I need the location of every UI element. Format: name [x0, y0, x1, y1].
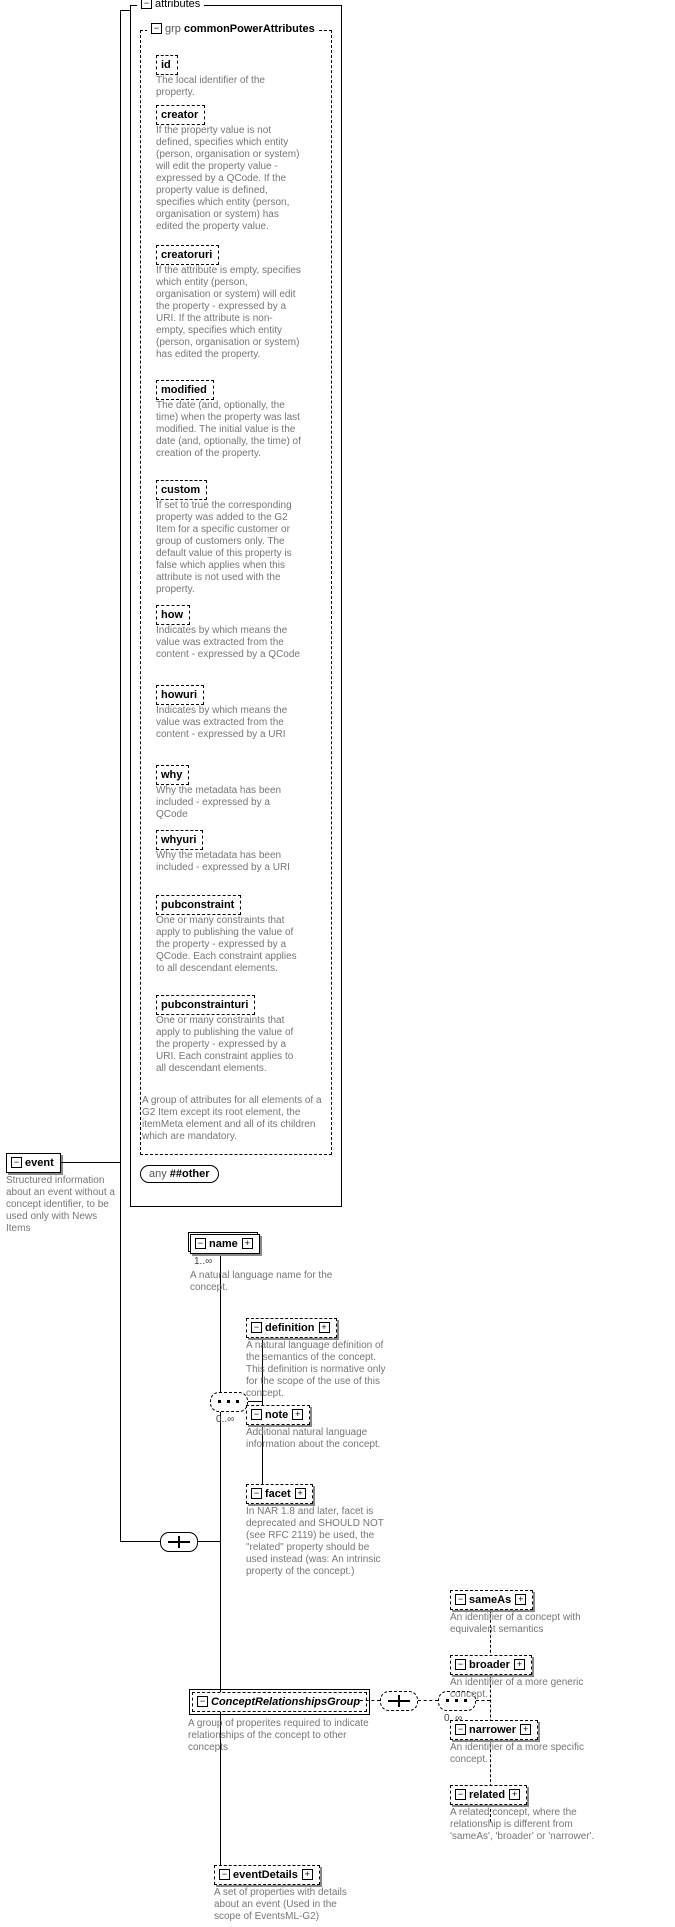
- grp-title: −grp commonPowerAttributes: [147, 23, 319, 35]
- sequence-compositor[interactable]: [160, 1532, 198, 1552]
- attr-modified-desc: The date (and, optionally, the time) whe…: [156, 400, 301, 460]
- minus-icon[interactable]: −: [11, 1157, 22, 1168]
- minus-icon[interactable]: −: [195, 1238, 206, 1249]
- sameas-desc: An identifier of a concept with equivale…: [450, 1612, 595, 1636]
- attr-pubconstraint[interactable]: pubconstraint: [156, 895, 241, 915]
- minus-icon[interactable]: −: [141, 0, 152, 9]
- crg-desc: A group of properites required to indica…: [188, 1718, 378, 1754]
- narrower-element[interactable]: −narrower+: [450, 1720, 538, 1740]
- minus-icon[interactable]: −: [455, 1594, 466, 1605]
- attr-whyuri-desc: Why the metadata has been included - exp…: [156, 850, 301, 874]
- choice-card: 0..∞: [216, 1414, 234, 1425]
- attr-why-desc: Why the metadata has been included - exp…: [156, 785, 301, 821]
- concept-relationships-group[interactable]: −ConceptRelationshipsGroup: [192, 1692, 367, 1712]
- attr-how-desc: Indicates by which means the value was e…: [156, 625, 301, 661]
- choice-compositor-1[interactable]: [210, 1392, 248, 1412]
- facet-element[interactable]: −facet+: [246, 1484, 313, 1504]
- attr-why[interactable]: why: [156, 765, 189, 785]
- attr-custom-desc: If set to true the corresponding propert…: [156, 500, 301, 596]
- attr-pubconstraint-desc: One or many constraints that apply to pu…: [156, 915, 301, 975]
- attr-id[interactable]: id: [156, 55, 178, 75]
- broader-element[interactable]: −broader+: [450, 1655, 532, 1675]
- eventdetails-desc: A set of properties with details about a…: [214, 1887, 359, 1923]
- plus-icon[interactable]: +: [515, 1594, 526, 1605]
- attr-whyuri[interactable]: whyuri: [156, 830, 203, 850]
- grp-desc: A group of attributes for all elements o…: [142, 1095, 332, 1143]
- attr-howuri-desc: Indicates by which means the value was e…: [156, 705, 301, 741]
- minus-icon[interactable]: −: [251, 1409, 262, 1420]
- plus-icon[interactable]: +: [319, 1322, 330, 1333]
- plus-icon[interactable]: +: [520, 1724, 531, 1735]
- note-desc: Additional natural language information …: [246, 1427, 391, 1451]
- minus-icon[interactable]: −: [455, 1659, 466, 1670]
- narrower-desc: An identifier of a more specific concept…: [450, 1742, 595, 1766]
- minus-icon[interactable]: −: [151, 23, 162, 34]
- plus-icon[interactable]: +: [514, 1659, 525, 1670]
- minus-icon[interactable]: −: [197, 1696, 208, 1707]
- minus-icon[interactable]: −: [219, 1869, 230, 1880]
- plus-icon[interactable]: +: [242, 1238, 253, 1249]
- attr-modified[interactable]: modified: [156, 380, 214, 400]
- sequence-compositor-2[interactable]: [380, 1691, 418, 1711]
- sameas-element[interactable]: −sameAs+: [450, 1590, 533, 1610]
- attr-pubconstrainturi-desc: One or many constraints that apply to pu…: [156, 1015, 301, 1075]
- plus-icon[interactable]: +: [302, 1869, 313, 1880]
- event-element[interactable]: −event: [6, 1153, 61, 1173]
- plus-icon[interactable]: +: [292, 1409, 303, 1420]
- attr-how[interactable]: how: [156, 605, 190, 625]
- plus-icon[interactable]: +: [509, 1789, 520, 1800]
- attr-pubconstrainturi[interactable]: pubconstrainturi: [156, 995, 255, 1015]
- plus-icon[interactable]: +: [295, 1488, 306, 1499]
- eventdetails-element[interactable]: −eventDetails+: [214, 1865, 320, 1885]
- definition-element[interactable]: −definition+: [246, 1318, 337, 1338]
- attr-id-desc: The local identifier of the property.: [156, 75, 301, 99]
- attr-creatoruri[interactable]: creatoruri: [156, 245, 219, 265]
- event-label: event: [25, 1157, 54, 1169]
- name-card: 1..∞: [194, 1256, 212, 1267]
- note-element[interactable]: −note+: [246, 1405, 310, 1425]
- attributes-title: −attributes: [137, 0, 204, 10]
- minus-icon[interactable]: −: [251, 1322, 262, 1333]
- attr-howuri[interactable]: howuri: [156, 685, 204, 705]
- name-element[interactable]: −name+: [190, 1234, 260, 1254]
- attr-creatoruri-desc: If the attribute is empty, specifies whi…: [156, 265, 301, 361]
- minus-icon[interactable]: −: [455, 1724, 466, 1735]
- attr-custom[interactable]: custom: [156, 480, 207, 500]
- attr-creator[interactable]: creator: [156, 105, 205, 125]
- related-element[interactable]: −related+: [450, 1785, 527, 1805]
- facet-desc: In NAR 1.8 and later, facet is deprecate…: [246, 1506, 391, 1578]
- definition-desc: A natural language definition of the sem…: [246, 1340, 391, 1400]
- broader-desc: An identifier of a more generic concept.: [450, 1677, 595, 1701]
- name-desc: A natural language name for the concept.: [190, 1270, 335, 1294]
- minus-icon[interactable]: −: [455, 1789, 466, 1800]
- minus-icon[interactable]: −: [251, 1488, 262, 1499]
- any-other[interactable]: any ##other: [140, 1165, 219, 1183]
- attr-creator-desc: If the property value is not defined, sp…: [156, 125, 301, 233]
- event-desc: Structured information about an event wi…: [6, 1175, 116, 1235]
- related-desc: A related concept, where the relationshi…: [450, 1807, 595, 1843]
